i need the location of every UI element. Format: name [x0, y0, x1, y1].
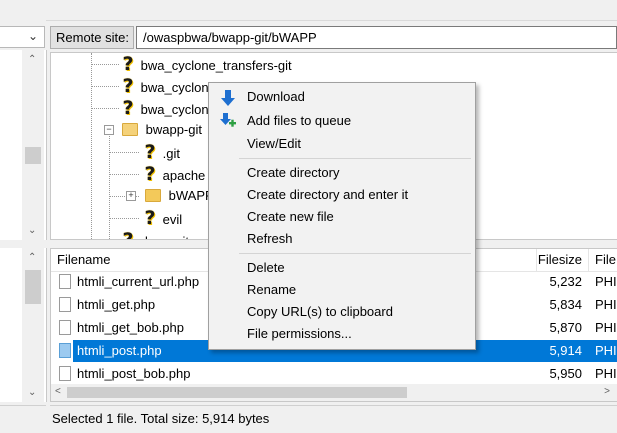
local-list-scrollbar[interactable]: ⌃ ⌄ [22, 248, 44, 402]
question-mark-icon: ? [122, 229, 134, 240]
remote-site-bar: Remote site: /owaspbwa/bwapp-git/bWAPP [50, 26, 617, 50]
tree-item-label: evil [162, 212, 183, 227]
tree-item-label: bwa_cyclon [140, 102, 209, 117]
folder-icon [145, 189, 161, 202]
menu-item-label: Download [247, 89, 305, 104]
file-name: htmli_get_bob.php [77, 320, 184, 335]
scroll-left-icon[interactable]: < [55, 386, 61, 397]
menu-item-label: View/Edit [247, 136, 301, 151]
menu-item-file-permissions[interactable]: File permissions... [211, 323, 473, 345]
tree-item[interactable]: bWAPP [145, 185, 214, 207]
tree-item[interactable]: bwapp-git [122, 119, 202, 141]
file-type: PHI [595, 297, 617, 312]
menu-item-download[interactable]: Download [211, 86, 473, 108]
scroll-up-icon[interactable]: ⌃ [28, 54, 36, 65]
scroll-up-icon[interactable]: ⌃ [28, 252, 36, 263]
tree-item-label: dvwa-git [141, 234, 189, 239]
menu-item-label: File permissions... [247, 326, 352, 341]
file-type: PHI [595, 366, 617, 381]
local-tree-scrollbar[interactable]: ⌃ ⌄ [22, 50, 44, 240]
add-to-queue-icon [220, 113, 236, 127]
tree-item-label: .git [162, 146, 180, 161]
tree-item-label: apache [162, 168, 206, 183]
file-row[interactable]: htmli_post_bob.php 5,950 PHI [51, 363, 617, 385]
tree-item[interactable]: ? bwa_cyclon [119, 97, 209, 119]
remote-path-input[interactable]: /owaspbwa/bwapp-git/bWAPP [136, 26, 617, 49]
tree-item[interactable]: ? bwa_cyclone_transfers-git [119, 53, 292, 75]
menu-item-label: Create new file [247, 209, 334, 224]
file-icon [59, 297, 71, 312]
menu-item-refresh[interactable]: Refresh [211, 228, 473, 250]
column-filetype[interactable]: File [589, 249, 617, 271]
scroll-thumb[interactable] [25, 270, 41, 304]
file-name: htmli_current_url.php [77, 274, 200, 289]
menu-item-delete[interactable]: Delete [211, 257, 473, 279]
tree-item[interactable]: ? evil [141, 207, 182, 229]
tree-item[interactable]: ? apache [141, 163, 205, 185]
expand-icon[interactable]: + [126, 191, 136, 201]
file-name: htmli_post_bob.php [77, 366, 191, 381]
file-type: PHI [595, 320, 617, 335]
menu-item-label: Create directory [247, 165, 340, 180]
tree-item-label: bwa_cyclon [140, 80, 209, 95]
question-mark-icon: ? [144, 163, 156, 185]
menu-separator [239, 158, 471, 159]
local-site-combo[interactable]: ⌄ [0, 26, 45, 48]
menu-item-label: Delete [247, 260, 285, 275]
question-mark-icon: ? [122, 97, 134, 119]
menu-item-create-directory-enter[interactable]: Create directory and enter it [211, 184, 473, 206]
file-icon [59, 320, 71, 335]
scroll-thumb[interactable] [25, 147, 41, 164]
tree-item-label: bwa_cyclone_transfers-git [140, 58, 292, 73]
tree-item[interactable]: ? .git [141, 141, 180, 163]
question-mark-icon: ? [144, 207, 156, 229]
menu-item-create-directory[interactable]: Create directory [211, 162, 473, 184]
tree-item-label: bwapp-git [145, 122, 202, 137]
menu-item-label: Create directory and enter it [247, 187, 409, 202]
scroll-thumb[interactable] [67, 387, 407, 398]
menu-item-view-edit[interactable]: View/Edit [211, 133, 473, 155]
menu-separator [239, 253, 471, 254]
scroll-right-icon[interactable]: > [604, 386, 610, 397]
collapse-icon[interactable]: − [104, 125, 114, 135]
file-name: htmli_post.php [77, 343, 162, 358]
file-type: PHI [595, 274, 617, 289]
file-size: 5,914 [549, 343, 582, 358]
file-size: 5,950 [549, 366, 582, 381]
horizontal-scrollbar[interactable]: < > [51, 384, 617, 401]
file-type: PHI [595, 343, 617, 358]
menu-item-label: Rename [247, 282, 297, 297]
scroll-down-icon[interactable]: ⌄ [28, 225, 36, 236]
file-icon [59, 343, 71, 358]
file-size: 5,232 [549, 274, 582, 289]
tree-item[interactable]: ? bwa_cyclon [119, 75, 209, 97]
question-mark-icon: ? [122, 75, 134, 97]
download-arrow-icon [221, 90, 235, 106]
local-status-bar [0, 405, 46, 433]
menu-item-label: Refresh [247, 231, 293, 246]
file-size: 5,834 [549, 297, 582, 312]
menu-item-label: Add files to queue [247, 113, 352, 128]
menu-item-create-new-file[interactable]: Create new file [211, 206, 473, 228]
menu-item-label: Copy URL(s) to clipboard [247, 304, 393, 319]
file-size: 5,870 [549, 320, 582, 335]
menu-item-add-to-queue[interactable]: Add files to queue [211, 110, 473, 132]
scroll-down-icon[interactable]: ⌄ [28, 387, 36, 398]
menu-item-rename[interactable]: Rename [211, 279, 473, 301]
folder-icon [122, 123, 138, 136]
chevron-down-icon[interactable]: ⌄ [28, 29, 38, 43]
menu-item-copy-url[interactable]: Copy URL(s) to clipboard [211, 301, 473, 323]
question-mark-icon: ? [144, 141, 156, 163]
remote-site-label: Remote site: [50, 26, 134, 49]
column-filesize[interactable]: Filesize [537, 249, 589, 271]
context-menu: Download Add files to queue View/Edit Cr… [208, 82, 476, 350]
file-icon [59, 366, 71, 381]
tree-item[interactable]: ? dvwa-git [119, 229, 189, 240]
file-icon [59, 274, 71, 289]
toolbar-strip [46, 0, 617, 21]
status-bar: Selected 1 file. Total size: 5,914 bytes [50, 405, 617, 432]
file-name: htmli_get.php [77, 297, 156, 312]
tree-item-label: bWAPP [168, 188, 214, 203]
question-mark-icon: ? [122, 53, 134, 75]
